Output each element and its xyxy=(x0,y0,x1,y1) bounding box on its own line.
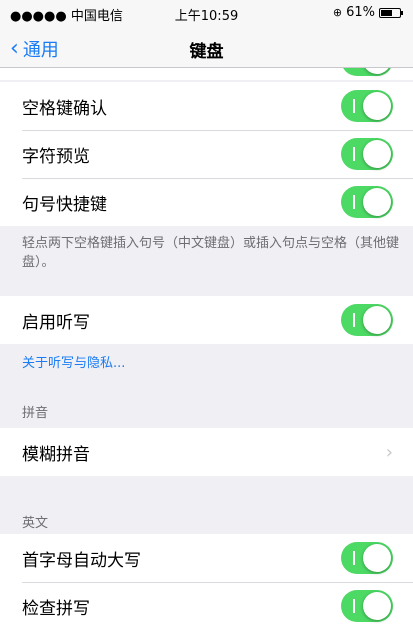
setting-row-check-spelling[interactable]: 检查拼写 xyxy=(0,582,413,627)
space-confirm-toggle[interactable] xyxy=(341,90,393,122)
check-spelling-toggle[interactable] xyxy=(341,590,393,622)
chevron-right-icon: › xyxy=(385,441,393,463)
toggle-on-mark xyxy=(353,313,355,327)
section-header-pinyin: 拼音 xyxy=(22,406,49,421)
battery-percent: 61% xyxy=(346,5,375,20)
auto-capitalize-toggle[interactable] xyxy=(341,542,393,574)
english-group: 首字母自动大写 检查拼写 xyxy=(0,534,413,627)
toggle-switch[interactable] xyxy=(341,68,393,76)
setting-row-auto-capitalize[interactable]: 首字母自动大写 xyxy=(0,534,413,582)
setting-label: 启用听写 xyxy=(22,312,90,333)
toggle-knob xyxy=(363,92,391,120)
period-shortcut-footer: 轻点两下空格键插入句号（中文键盘）或插入句点与空格（其他键盘）。 xyxy=(22,236,400,270)
toggle-on-mark xyxy=(353,195,355,209)
battery-fill xyxy=(381,9,392,16)
setting-label: 空格键确认 xyxy=(22,98,107,119)
section-header-english: 英文 xyxy=(22,516,49,531)
setting-row-period-shortcut[interactable]: 句号快捷键 xyxy=(0,178,413,226)
keyboard-options-group: 空格键确认 字符预览 句号快捷键 xyxy=(0,82,413,226)
page-title: 键盘 xyxy=(189,42,224,62)
toggle-on-mark xyxy=(353,99,355,113)
period-shortcut-toggle[interactable] xyxy=(341,186,393,218)
setting-row-fuzzy-pinyin[interactable]: 模糊拼音 › xyxy=(0,428,413,476)
dictation-group: 启用听写 xyxy=(0,296,413,344)
pinyin-group: 模糊拼音 › xyxy=(0,428,413,476)
toggle-on-mark xyxy=(353,147,355,161)
toggle-knob xyxy=(363,592,391,620)
status-bar: ●●●●● 中国电信 上午10:59 ⊕ 61% xyxy=(0,0,413,28)
setting-label: 检查拼写 xyxy=(22,598,90,619)
setting-label: 字符预览 xyxy=(22,146,90,167)
setting-row-char-preview[interactable]: 字符预览 xyxy=(0,130,413,178)
setting-row-space-confirm[interactable]: 空格键确认 xyxy=(0,82,413,130)
char-preview-toggle[interactable] xyxy=(341,138,393,170)
navigation-bar: ‹ 通用 键盘 xyxy=(0,28,413,68)
dictation-toggle[interactable] xyxy=(341,304,393,336)
setting-label: 首字母自动大写 xyxy=(22,550,141,571)
toggle-knob xyxy=(363,68,391,74)
rotation-lock-icon: ⊕ xyxy=(332,6,343,19)
toggle-knob xyxy=(363,188,391,216)
toggle-knob xyxy=(363,140,391,168)
setting-label: 句号快捷键 xyxy=(22,194,107,215)
partial-setting-row xyxy=(0,68,413,80)
toggle-on-mark xyxy=(353,599,355,613)
toggle-knob xyxy=(363,306,391,334)
battery-icon xyxy=(379,7,403,18)
dictation-privacy-link[interactable]: 关于听写与隐私... xyxy=(22,352,125,371)
toggle-on-mark xyxy=(353,551,355,565)
setting-label: 模糊拼音 xyxy=(22,444,90,465)
setting-row-dictation[interactable]: 启用听写 xyxy=(0,296,413,344)
toggle-knob xyxy=(363,544,391,572)
status-right: ⊕ 61% xyxy=(332,5,403,20)
